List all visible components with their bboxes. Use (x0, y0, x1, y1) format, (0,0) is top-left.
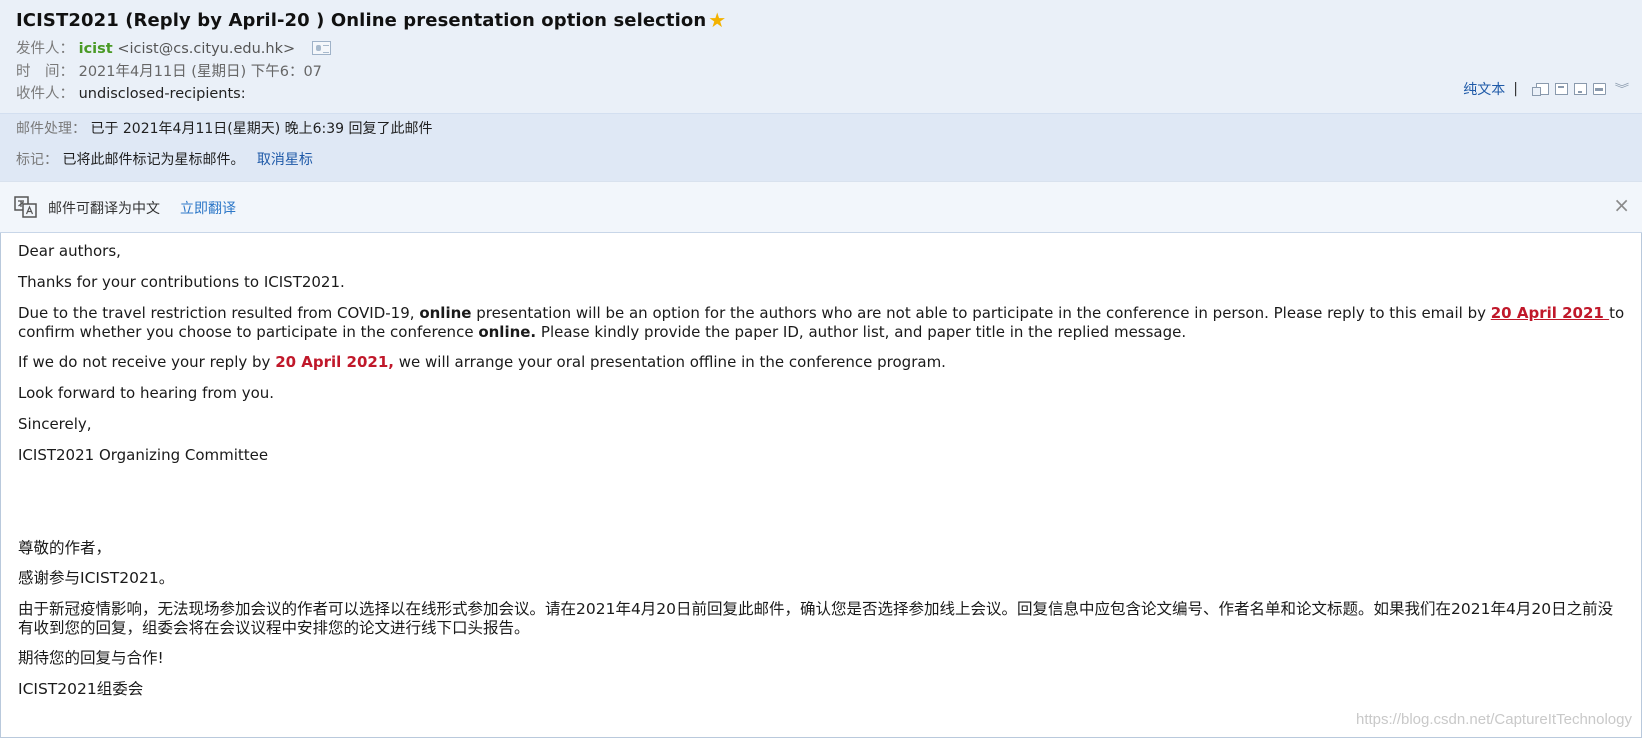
contact-card-icon[interactable] (311, 41, 331, 55)
cn-signature: ICIST2021组委会 (18, 680, 144, 698)
cn-look-forward: 期待您的回复与合作! (18, 649, 164, 667)
document-icon[interactable] (1554, 83, 1568, 95)
translate-bar: 邮件可翻译为中文 立即翻译 × (0, 181, 1642, 233)
flag-row: 标记： 已将此邮件标记为星标邮件。 取消星标 (16, 149, 313, 169)
recipient-row: 收件人： undisclosed-recipients: (16, 82, 246, 103)
p2-text-a: If we do not receive your reply by (18, 353, 276, 371)
star-icon[interactable]: ★ (708, 8, 726, 32)
processing-row: 邮件处理： 已于 2021年4月11日(星期天) 晚上6:39 回复了此邮件 (16, 118, 433, 138)
flag-label: 标记： (16, 152, 58, 168)
close-icon[interactable]: × (1613, 195, 1630, 215)
recipient-value: undisclosed-recipients: (78, 86, 246, 102)
download-icon[interactable] (1573, 83, 1587, 95)
body-signature: ICIST2021 Organizing Committee (18, 446, 269, 464)
translate-icon (14, 196, 37, 218)
cn-greeting: 尊敬的作者， (18, 539, 112, 557)
watermark: https://blog.csdn.net/CaptureItTechnolog… (1355, 711, 1632, 728)
p1-text-b: presentation will be an option for the a… (471, 304, 1491, 322)
chevron-down-icon[interactable]: ︾ (1615, 83, 1629, 95)
sender-label: 发件人： (16, 41, 74, 57)
processing-label: 邮件处理： (16, 121, 86, 137)
deadline-date-link[interactable]: 20 April 2021 (1491, 304, 1609, 322)
body-greeting: Dear authors, (18, 242, 121, 260)
print-icon[interactable] (1592, 83, 1606, 95)
p1-online2-bold: online. (478, 323, 537, 341)
body-look-forward: Look forward to hearing from you. (18, 384, 275, 402)
flag-value: 已将此邮件标记为星标邮件。 (62, 152, 245, 168)
time-value: 2021年4月11日 (星期日) 下午6：07 (78, 64, 322, 80)
mail-header: ICIST2021 (Reply by April-20 ) Online pr… (0, 0, 1642, 113)
cn-paragraph: 由于新冠疫情影响，无法现场参加会议的作者可以选择以在线形式参加会议。请在2021… (18, 600, 1614, 637)
header-toolbar: 纯文本 | ︾ (1463, 79, 1629, 99)
sender-address: <icist@cs.cityu.edu.hk> (117, 41, 296, 57)
body-thanks: Thanks for your contributions to ICIST20… (18, 273, 345, 291)
p1-text-d: Please kindly provide the paper ID, auth… (536, 323, 1187, 341)
toolbar-separator: | (1513, 81, 1518, 97)
translate-prompt: 邮件可翻译为中文 (48, 201, 160, 217)
plain-text-button[interactable]: 纯文本 (1463, 79, 1505, 99)
mail-status-band: 邮件处理： 已于 2021年4月11日(星期天) 晚上6:39 回复了此邮件 标… (0, 113, 1642, 181)
p1-text-a: Due to the travel restriction resulted f… (18, 304, 420, 322)
body-paragraph-online-option: Due to the travel restriction resulted f… (18, 304, 1628, 342)
p2-text-b: we will arrange your oral presentation o… (393, 353, 946, 371)
recipient-label: 收件人： (16, 86, 74, 102)
body-sincerely: Sincerely, (18, 415, 92, 433)
body-paragraph-no-reply: If we do not receive your reply by 20 Ap… (18, 353, 1628, 372)
p2-deadline-date: 20 April 2021, (275, 353, 394, 371)
translate-now-link[interactable]: 立即翻译 (180, 198, 236, 218)
time-label: 时 间： (16, 64, 74, 80)
sender-row: 发件人： icist <icist@cs.cityu.edu.hk> (16, 37, 331, 58)
time-row: 时 间： 2021年4月11日 (星期日) 下午6：07 (16, 60, 322, 81)
unstar-link[interactable]: 取消星标 (257, 152, 313, 168)
cn-thanks: 感谢参与ICIST2021。 (18, 569, 175, 587)
mail-subject: ICIST2021 (Reply by April-20 ) Online pr… (16, 8, 726, 32)
p1-online-bold: online (419, 304, 472, 322)
processing-value: 已于 2021年4月11日(星期天) 晚上6:39 回复了此邮件 (90, 121, 433, 137)
subject-text: ICIST2021 (Reply by April-20 ) Online pr… (16, 10, 707, 31)
sender-name[interactable]: icist (79, 41, 113, 57)
popout-icon[interactable] (1531, 83, 1549, 96)
